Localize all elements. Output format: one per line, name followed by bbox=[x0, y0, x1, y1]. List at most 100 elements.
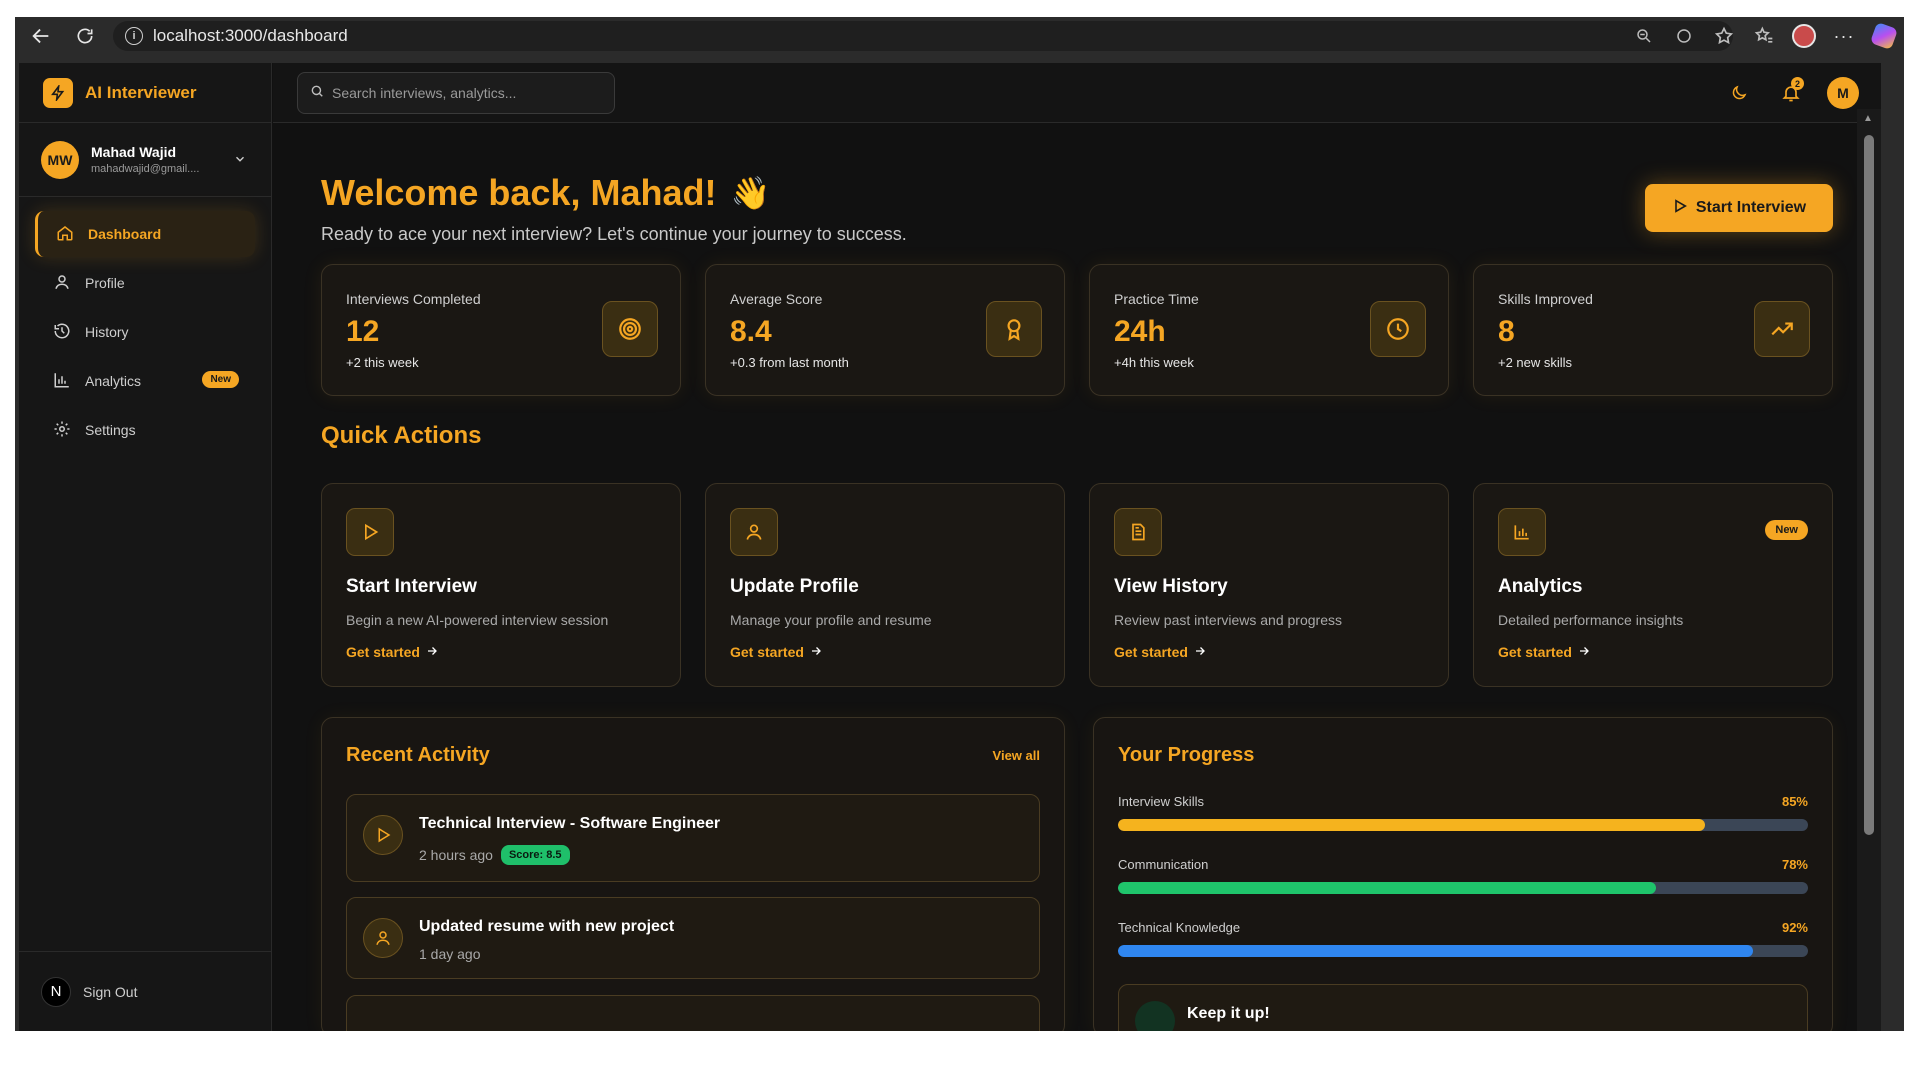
recent-activity-title: Recent Activity bbox=[346, 744, 490, 766]
zoom-icon[interactable] bbox=[1624, 21, 1664, 51]
star-icon[interactable] bbox=[1704, 21, 1744, 51]
quick-actions-title: Quick Actions bbox=[321, 422, 482, 449]
sidebar-item-label: Dashboard bbox=[88, 226, 162, 242]
page-scrollbar[interactable]: ▲ ▼ bbox=[1857, 109, 1881, 1031]
sidebar-item-dashboard[interactable]: Dashboard bbox=[35, 211, 255, 257]
play-icon bbox=[346, 508, 394, 556]
progress-label: Communication bbox=[1118, 857, 1209, 872]
progress-label: Interview Skills bbox=[1118, 794, 1204, 809]
stat-card-practice-time: Practice Time 24h +4h this week bbox=[1089, 264, 1449, 396]
bell-icon[interactable]: 2 bbox=[1775, 75, 1807, 111]
activity-title: Technical Interview - Software Engineer bbox=[419, 815, 721, 832]
view-all-link[interactable]: View all bbox=[993, 748, 1040, 763]
browser-window: i localhost:3000/dashboard ··· AI Interv… bbox=[15, 17, 1904, 1031]
arrow-right-icon bbox=[804, 644, 822, 660]
welcome-subtitle: Ready to ace your next interview? Let's … bbox=[321, 224, 907, 244]
get-started-label: Get started bbox=[1498, 644, 1572, 660]
progress-fill bbox=[1118, 945, 1753, 957]
play-icon bbox=[1672, 198, 1696, 219]
target-icon bbox=[602, 301, 658, 357]
brand-name: AI Interviewer bbox=[85, 82, 197, 102]
action-card-update-profile[interactable]: Update Profile Manage your profile and r… bbox=[705, 483, 1065, 687]
app: AI Interviewer MW Mahad Wajid mahadwajid… bbox=[19, 63, 1881, 1031]
stat-change: +2 new skills bbox=[1498, 355, 1573, 370]
user-menu[interactable]: MW Mahad Wajid mahadwajid@gmail.... bbox=[19, 123, 271, 197]
activity-meta: 2 hours ago Score: 8.5 bbox=[419, 845, 570, 865]
avatar: MW bbox=[41, 140, 79, 179]
progress-percent: 92% bbox=[1781, 920, 1808, 935]
sidebar: AI Interviewer MW Mahad Wajid mahadwajid… bbox=[19, 63, 272, 1031]
url-text: localhost:3000/dashboard bbox=[153, 26, 348, 45]
address-bar[interactable]: i localhost:3000/dashboard bbox=[113, 21, 1733, 51]
stat-change: +2 this week bbox=[346, 355, 419, 370]
n-logo-icon: N bbox=[41, 976, 71, 1007]
get-started-link[interactable]: Get started bbox=[1114, 644, 1424, 660]
action-title: Update Profile bbox=[730, 576, 859, 597]
favorites-icon[interactable] bbox=[1744, 21, 1784, 51]
sidebar-item-profile[interactable]: Profile bbox=[35, 260, 255, 306]
sidebar-item-history[interactable]: History bbox=[35, 309, 255, 355]
more-icon[interactable]: ··· bbox=[1824, 21, 1864, 51]
progress-track bbox=[1118, 819, 1808, 831]
action-title: Start Interview bbox=[346, 576, 477, 597]
progress-fill bbox=[1118, 882, 1657, 894]
search-icon bbox=[310, 84, 324, 103]
brand[interactable]: AI Interviewer bbox=[19, 63, 271, 123]
progress-item-communication: Communication 78% bbox=[1118, 857, 1808, 894]
document-icon bbox=[1114, 508, 1162, 556]
search-input[interactable] bbox=[332, 85, 592, 101]
reload-icon[interactable] bbox=[67, 21, 103, 51]
action-card-start-interview[interactable]: Start Interview Begin a new AI-powered i… bbox=[321, 483, 681, 687]
sidebar-item-analytics[interactable]: Analytics New bbox=[35, 358, 255, 404]
activity-item[interactable] bbox=[346, 995, 1040, 1031]
welcome-text: Welcome back, Mahad! bbox=[321, 172, 717, 213]
search-box[interactable] bbox=[297, 72, 615, 114]
progress-label: Technical Knowledge bbox=[1118, 920, 1241, 935]
scrollbar-thumb[interactable] bbox=[1864, 135, 1874, 835]
get-started-link[interactable]: Get started bbox=[1498, 644, 1808, 660]
clock-icon bbox=[1370, 301, 1426, 357]
get-started-link[interactable]: Get started bbox=[346, 644, 656, 660]
sidebar-item-label: Profile bbox=[85, 275, 125, 291]
activity-item[interactable]: Updated resume with new project 1 day ag… bbox=[346, 897, 1040, 979]
progress-item-technical-knowledge: Technical Knowledge 92% bbox=[1118, 920, 1808, 957]
home-icon bbox=[56, 224, 88, 245]
copilot-icon[interactable] bbox=[1864, 21, 1904, 51]
play-icon bbox=[363, 815, 403, 855]
action-card-analytics[interactable]: New Analytics Detailed performance insig… bbox=[1473, 483, 1833, 687]
user-name: Mahad Wajid bbox=[91, 144, 177, 160]
user-avatar-button[interactable]: M bbox=[1827, 77, 1859, 109]
start-interview-button[interactable]: Start Interview bbox=[1645, 184, 1833, 232]
get-started-link[interactable]: Get started bbox=[730, 644, 1040, 660]
bar-chart-icon bbox=[1498, 508, 1546, 556]
progress-percent: 85% bbox=[1781, 794, 1808, 809]
get-started-label: Get started bbox=[730, 644, 804, 660]
reading-mode-icon[interactable] bbox=[1664, 21, 1704, 51]
new-badge: New bbox=[202, 371, 239, 388]
chevron-down-icon[interactable] bbox=[233, 152, 247, 171]
start-interview-label: Start Interview bbox=[1695, 199, 1807, 216]
scroll-up-icon[interactable]: ▲ bbox=[1863, 113, 1873, 124]
trending-up-icon bbox=[1754, 301, 1810, 357]
action-title: View History bbox=[1114, 576, 1228, 597]
action-description: Begin a new AI-powered interview session bbox=[346, 612, 609, 628]
sidebar-item-settings[interactable]: Settings bbox=[35, 407, 255, 453]
get-started-label: Get started bbox=[346, 644, 420, 660]
new-badge: New bbox=[1765, 520, 1808, 540]
browser-toolbar: i localhost:3000/dashboard ··· bbox=[15, 17, 1904, 55]
site-info-icon[interactable]: i bbox=[125, 27, 143, 45]
notification-count: 2 bbox=[1791, 77, 1804, 90]
check-icon bbox=[1135, 1001, 1175, 1031]
top-bar: 2 M bbox=[273, 63, 1881, 123]
gear-icon bbox=[53, 420, 85, 441]
action-card-view-history[interactable]: View History Review past interviews and … bbox=[1089, 483, 1449, 687]
get-started-label: Get started bbox=[1114, 644, 1188, 660]
stat-card-score: Average Score 8.4 +0.3 from last month bbox=[705, 264, 1065, 396]
profile-icon[interactable] bbox=[1784, 21, 1824, 51]
top-bar-actions: 2 M bbox=[1723, 75, 1859, 111]
moon-icon[interactable] bbox=[1723, 75, 1755, 111]
back-icon[interactable] bbox=[23, 21, 59, 51]
activity-item[interactable]: Technical Interview - Software Engineer … bbox=[346, 794, 1040, 882]
sign-out-button[interactable]: N Sign Out bbox=[19, 951, 272, 1031]
welcome-heading: Welcome back, Mahad! 👋 bbox=[321, 172, 770, 214]
